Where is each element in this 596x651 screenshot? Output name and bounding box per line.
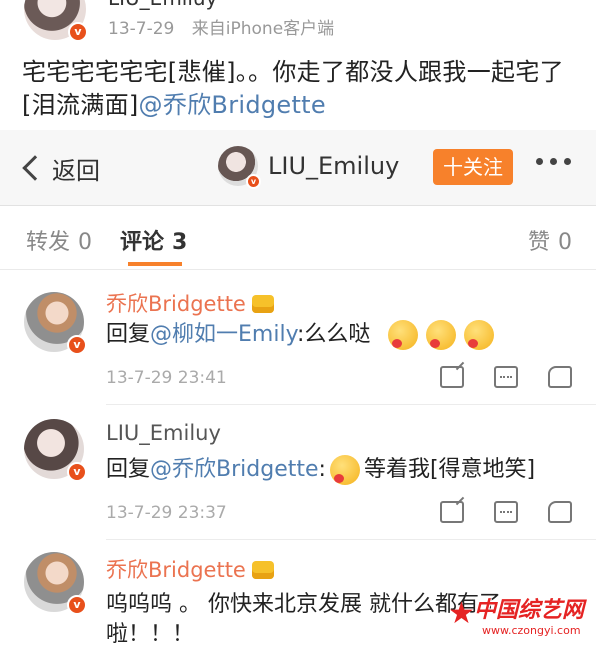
tab-comments[interactable]: 评论 3 (120, 224, 187, 256)
comment-body-end: 等着我[得意地笑] (363, 457, 536, 482)
commenter-name[interactable]: 乔欣Bridgette (106, 288, 274, 318)
more-options-icon[interactable] (536, 158, 571, 165)
commenter-name[interactable]: 乔欣Bridgette (106, 554, 274, 584)
follow-button[interactable]: 十关注 (433, 149, 513, 185)
tab-bar: 转发 0 评论 3 赞0 (0, 206, 596, 270)
reply-icon[interactable] (494, 501, 518, 523)
reply-prefix: 回复 (106, 322, 151, 347)
watermark-url: www.czongyi.com (482, 624, 581, 637)
back-button[interactable]: 返回 (18, 150, 100, 186)
comment-divider (106, 404, 596, 405)
verified-badge-icon: v (67, 335, 87, 355)
like-icon[interactable] (548, 501, 572, 523)
commenter-name-text: 乔欣Bridgette (106, 558, 246, 582)
verified-badge-icon: v (67, 595, 87, 615)
verified-badge-icon: v (246, 174, 261, 189)
post-text: 宅宅宅宅宅宅[悲催]。。你走了都没人跟我一起宅了[泪流满面]@乔欣Bridget… (22, 56, 582, 122)
comment-body-start: : (318, 457, 326, 482)
kiss-emoji-icon (388, 320, 419, 350)
comment-text: 回复@柳如一Emily:么么哒 (106, 320, 576, 350)
chevron-left-icon (22, 155, 48, 181)
commenter-avatar[interactable]: v (24, 292, 87, 355)
verified-badge-icon: v (68, 22, 88, 42)
tab-comments-count: 3 (172, 230, 188, 255)
back-label: 返回 (52, 156, 100, 185)
post-meta: 13-7-29 来自iPhone客户端 (108, 14, 346, 39)
tab-comments-label: 评论 (120, 230, 165, 255)
comment-time: 13-7-29 23:37 (106, 503, 227, 523)
repost-icon[interactable] (440, 366, 464, 388)
nav-user-profile[interactable]: v LIU_Emiluy (218, 146, 399, 189)
post-source: 来自iPhone客户端 (191, 19, 335, 39)
comment-body: :么么哒 (297, 322, 371, 347)
kiss-emoji-icon (426, 320, 457, 350)
weibo-post: v LIU_Emiluy 13-7-29 来自iPhone客户端 宅宅宅宅宅宅[… (0, 0, 596, 130)
post-author-name[interactable]: LIU_Emiluy (108, 0, 217, 10)
vip-crown-icon (251, 295, 274, 313)
grin-emoji-icon (329, 455, 360, 485)
comment-actions (440, 501, 572, 523)
tab-likes-count: 0 (558, 230, 573, 255)
site-watermark: ★ 中国综艺网 www.czongyi.com (448, 588, 594, 648)
tab-repost[interactable]: 转发 0 (26, 224, 92, 256)
nav-bar: 返回 v LIU_Emiluy 十关注 (0, 130, 596, 206)
vip-crown-icon (251, 561, 274, 579)
active-tab-indicator (128, 262, 182, 266)
kiss-emoji-icon (464, 320, 495, 350)
like-icon[interactable] (548, 366, 572, 388)
star-icon: ★ (448, 596, 475, 631)
commenter-name-text: 乔欣Bridgette (106, 292, 246, 316)
nav-user-avatar[interactable]: v (218, 146, 261, 189)
post-date: 13-7-29 (108, 19, 175, 39)
tab-repost-label: 转发 (26, 230, 71, 255)
repost-icon[interactable] (440, 501, 464, 523)
tab-repost-count: 0 (78, 230, 93, 255)
commenter-avatar[interactable]: v (24, 419, 87, 482)
tab-likes[interactable]: 赞0 (528, 224, 572, 256)
nav-username[interactable]: LIU_Emiluy (268, 152, 399, 180)
commenter-name[interactable]: LIU_Emiluy (106, 421, 221, 445)
post-mention-link[interactable]: @乔欣Bridgette (139, 91, 326, 119)
verified-badge-icon: v (67, 462, 87, 482)
watermark-title: 中国综艺网 (474, 598, 585, 623)
reply-prefix: 回复 (106, 457, 151, 482)
comment-time: 13-7-29 23:41 (106, 368, 227, 388)
comment-mention-link[interactable]: @乔欣Bridgette (150, 457, 319, 482)
comment-divider (106, 539, 596, 540)
tab-likes-label: 赞 (528, 230, 551, 255)
post-author-avatar[interactable]: v (24, 0, 88, 42)
commenter-avatar[interactable]: v (24, 552, 87, 615)
comment-actions (440, 366, 572, 388)
reply-icon[interactable] (494, 366, 518, 388)
comment-mention-link[interactable]: @柳如一Emily (150, 322, 297, 347)
comment-text: 回复@乔欣Bridgette: 等着我[得意地笑] (106, 455, 576, 485)
